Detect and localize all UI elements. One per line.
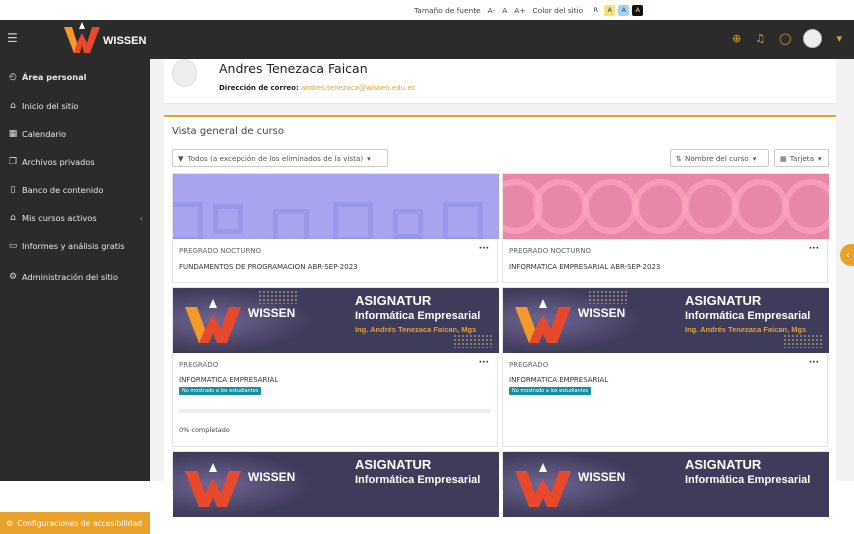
main-content: Andres Tenezaca Faican Dirección de corr… <box>150 59 854 517</box>
color-option-r[interactable]: R <box>590 4 602 16</box>
course-menu-icon[interactable]: ··· <box>809 358 819 368</box>
sidebar-item-area-personal[interactable]: ◴ Área personal <box>7 69 147 85</box>
grid-icon: ▦ <box>780 153 787 163</box>
course-progress-bar <box>179 409 491 413</box>
overview-title: Vista general de curso <box>172 126 284 137</box>
caret-down-icon: ▾ <box>818 153 822 163</box>
gear-icon: ⚙ <box>8 272 18 282</box>
profile-card: Andres Tenezaca Faican Dirección de corr… <box>164 59 836 104</box>
course-name[interactable]: INFORMATICA EMPRESARIAL <box>509 376 608 384</box>
sidebar-item-informes[interactable]: ▭ Informes y análisis gratis <box>7 238 147 254</box>
caret-down-icon[interactable]: ▾ <box>836 32 842 45</box>
course-category: PREGRADO NOCTURNO <box>509 247 592 255</box>
course-image[interactable]: WISSEN ASIGNATUR Informática Empresarial <box>503 452 829 517</box>
globe-icon[interactable]: ⊕ <box>732 32 741 45</box>
course-name[interactable]: INFORMATICA EMPRESARIAL <box>179 376 278 384</box>
sidebar-item-banco[interactable]: ▯ Banco de contenido <box>7 182 147 198</box>
course-card[interactable]: WISSEN ASIGNATUR Informática Empresarial… <box>172 287 499 447</box>
banner-brand: WISSEN <box>248 470 296 484</box>
color-option-blue[interactable]: A <box>618 4 630 16</box>
accessibility-bar: Tamaño de fuente A- A A+ Color del sitio… <box>0 0 854 20</box>
sidebar-item-inicio[interactable]: ⌂ Inicio del sitio <box>7 98 147 114</box>
course-category: PREGRADO <box>179 361 219 369</box>
dashboard-icon: ◴ <box>9 72 17 82</box>
graduation-cap-icon: ⌂ <box>10 213 16 223</box>
font-decrease-button[interactable]: A- <box>488 6 496 15</box>
banner-title: ASIGNATUR <box>685 457 762 472</box>
profile-name: Andres Tenezaca Faican <box>219 61 368 76</box>
course-card[interactable]: WISSEN ASIGNATUR Informática Empresarial… <box>502 287 829 447</box>
banner-brand: WISSEN <box>578 306 626 320</box>
site-color-label: Color del sitio <box>532 5 584 15</box>
course-name[interactable]: INFORMATICA EMPRESARIAL ABR-SEP-2023 <box>509 263 660 271</box>
banner-title: ASIGNATUR <box>355 293 432 308</box>
gear-icon: ⚙ <box>6 518 14 528</box>
profile-email: Dirección de correo: andres.tenezaca@wis… <box>219 84 416 92</box>
sidebar-item-archivos[interactable]: ❐ Archivos privados <box>7 154 147 170</box>
color-option-yellow[interactable]: A <box>604 4 616 16</box>
bell-icon[interactable]: ♫ <box>755 32 765 45</box>
course-menu-icon[interactable]: ··· <box>479 358 489 368</box>
course-card[interactable]: WISSEN ASIGNATUR Informática Empresarial <box>502 451 829 517</box>
course-card[interactable]: PREGRADO NOCTURNO ··· FUNDAMENTOS DE PRO… <box>172 173 499 283</box>
accessibility-settings-button[interactable]: ⚙ Configuraciones de accesibilidad <box>0 512 150 534</box>
course-image[interactable]: WISSEN ASIGNATUR Informática Empresarial… <box>503 288 829 353</box>
banner-teacher: Ing. Andrés Tenezaca Faican, Mgs <box>355 325 477 334</box>
sort-dropdown[interactable]: ⇅ Nombre del curso ▾ <box>670 149 769 167</box>
course-progress-text: 0% completado <box>179 426 230 434</box>
folder-icon: ▭ <box>8 241 18 251</box>
color-option-dark[interactable]: A <box>632 4 644 16</box>
sort-icon: ⇅ <box>676 153 683 163</box>
course-image[interactable]: WISSEN ASIGNATUR Informática Empresarial… <box>173 288 499 353</box>
filter-dropdown[interactable]: ▼ Todos (a excepción de los eliminados de… <box>172 149 388 167</box>
chevron-left-icon: ‹ <box>139 213 143 223</box>
home-icon: ⌂ <box>10 101 16 111</box>
font-reset-button[interactable]: A <box>502 6 507 15</box>
sidebar-item-mis-cursos[interactable]: ⌂ Mis cursos activos ‹ <box>7 210 147 226</box>
course-category: PREGRADO <box>509 361 549 369</box>
sidebar-item-calendario[interactable]: ▦ Calendario <box>7 126 147 142</box>
banner-teacher: Ing. Andrés Tenezaca Faican, Mgs <box>685 325 807 334</box>
banner-brand: WISSEN <box>578 470 626 484</box>
font-increase-button[interactable]: A+ <box>514 6 525 15</box>
caret-down-icon: ▾ <box>752 153 757 163</box>
course-category: PREGRADO NOCTURNO <box>179 247 262 255</box>
course-overview: Vista general de curso ▼ Todos (a excepci… <box>164 115 836 517</box>
banner-subject: Informática Empresarial <box>685 474 811 486</box>
hamburger-menu-icon[interactable]: ☰ <box>7 31 18 47</box>
brand-name: WISSEN <box>103 35 146 47</box>
document-icon: ▯ <box>10 185 16 195</box>
course-menu-icon[interactable]: ··· <box>809 244 819 254</box>
sidebar-item-administracion[interactable]: ⚙ Administración del sitio <box>7 269 147 285</box>
view-dropdown[interactable]: ▦ Tarjeta ▾ <box>774 149 829 167</box>
sidebar: ◴ Área personal ⌂ Inicio del sitio ▦ Calend… <box>0 59 150 534</box>
font-size-label: Tamaño de fuente <box>414 5 481 15</box>
avatar[interactable] <box>803 29 823 48</box>
chat-icon[interactable]: ◯ <box>779 32 791 45</box>
course-card[interactable]: PREGRADO NOCTURNO ··· INFORMATICA EMPRES… <box>502 173 829 283</box>
course-card[interactable]: WISSEN ASIGNATUR Informática Empresarial <box>172 451 499 517</box>
filter-icon: ▼ <box>178 153 184 163</box>
banner-title: ASIGNATUR <box>685 293 762 308</box>
hidden-status-badge: No mostrado a los estudiantes <box>509 387 592 395</box>
course-image[interactable]: WISSEN ASIGNATUR Informática Empresarial <box>173 452 499 517</box>
banner-subject: Informática Empresarial <box>685 310 811 322</box>
site-logo[interactable]: WISSEN <box>56 21 152 57</box>
top-navbar: ☰ WISSEN ⊕ ♫ ◯ ▾ <box>0 20 854 59</box>
profile-avatar[interactable] <box>172 59 197 87</box>
course-image[interactable] <box>503 174 829 239</box>
course-name[interactable]: FUNDAMENTOS DE PROGRAMACION ABR-SEP-2023 <box>179 263 358 271</box>
banner-title: ASIGNATUR <box>355 457 432 472</box>
email-link[interactable]: andres.tenezaca@wissen.edu.ec <box>301 84 415 92</box>
banner-subject: Informática Empresarial <box>355 310 481 322</box>
banner-brand: WISSEN <box>248 306 296 320</box>
calendar-icon: ▦ <box>8 129 18 139</box>
hidden-status-badge: No mostrado a los estudiantes <box>179 387 262 395</box>
course-menu-icon[interactable]: ··· <box>479 244 489 254</box>
course-image[interactable] <box>173 174 499 239</box>
banner-subject: Informática Empresarial <box>355 474 481 486</box>
file-icon: ❐ <box>8 157 18 167</box>
caret-down-icon: ▾ <box>367 153 371 163</box>
